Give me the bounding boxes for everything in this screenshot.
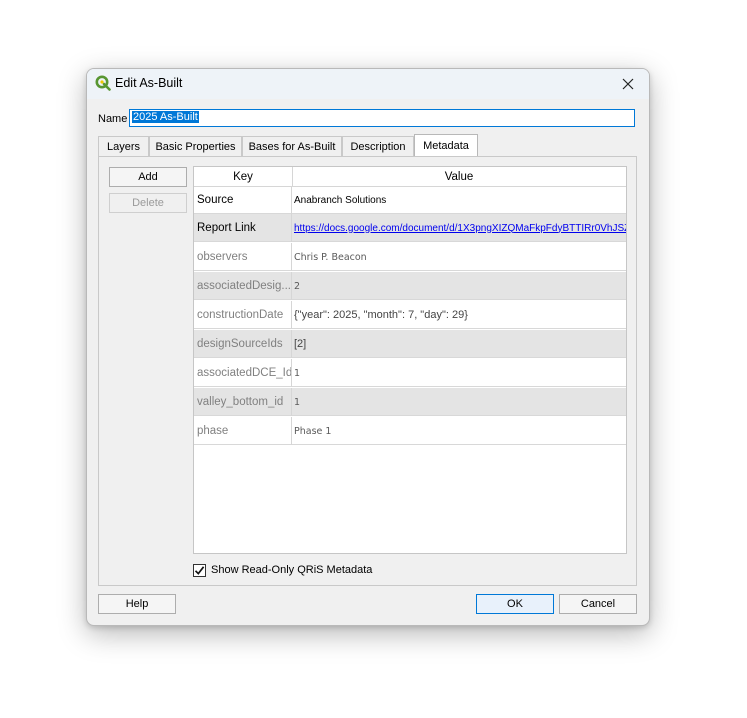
- tab-layers[interactable]: Layers: [98, 136, 149, 156]
- tab-metadata[interactable]: Metadata: [414, 134, 478, 156]
- key-cell: valley_bottom_id: [194, 388, 292, 416]
- metadata-table: Key Value Source Anabranch Solutions Rep…: [193, 166, 627, 554]
- table-row[interactable]: designSourceIds [2]: [194, 330, 626, 358]
- report-link[interactable]: https://docs.google.com/document/d/1X3pn…: [294, 223, 626, 234]
- value-cell: [2]: [294, 338, 307, 350]
- key-cell: designSourceIds: [194, 330, 292, 358]
- table-header: Key Value: [194, 167, 626, 187]
- value-cell: 2: [294, 280, 301, 292]
- show-readonly-row: Show Read-Only QRiS Metadata: [193, 562, 372, 578]
- key-cell: phase: [194, 417, 292, 445]
- value-cell[interactable]: https://docs.google.com/document/d/1X3pn…: [292, 214, 626, 242]
- table-row[interactable]: Source Anabranch Solutions: [194, 186, 626, 214]
- key-cell[interactable]: Report Link: [194, 214, 292, 242]
- table-row[interactable]: associatedDesig... 2: [194, 272, 626, 300]
- value-cell: 1: [294, 367, 301, 379]
- cancel-button[interactable]: Cancel: [559, 594, 637, 614]
- name-label: Name: [98, 113, 128, 125]
- table-row[interactable]: Report Link https://docs.google.com/docu…: [194, 214, 626, 242]
- name-input-value: 2025 As-Built: [132, 111, 199, 123]
- checkmark-icon: [194, 565, 205, 575]
- key-cell: constructionDate: [194, 301, 292, 329]
- table-row[interactable]: constructionDate {"year": 2025, "month":…: [194, 301, 626, 329]
- column-header-value[interactable]: Value: [293, 167, 625, 186]
- ok-button[interactable]: OK: [476, 594, 554, 614]
- key-cell[interactable]: Source: [194, 186, 292, 214]
- key-cell: associatedDesig...: [194, 272, 292, 300]
- value-cell: Chris P. Beacon: [294, 251, 367, 263]
- value-cell: Phase 1: [294, 425, 332, 437]
- tab-bases-for-as-built[interactable]: Bases for As-Built: [242, 136, 342, 156]
- tab-description[interactable]: Description: [342, 136, 414, 156]
- dialog-title: Edit As-Built: [115, 76, 183, 90]
- tab-basic-properties[interactable]: Basic Properties: [149, 136, 242, 156]
- value-cell[interactable]: Anabranch Solutions: [292, 186, 626, 214]
- name-input[interactable]: 2025 As-Built: [129, 109, 635, 127]
- table-row[interactable]: phase Phase 1: [194, 417, 626, 445]
- add-button[interactable]: Add: [109, 167, 187, 187]
- delete-button[interactable]: Delete: [109, 193, 187, 213]
- column-header-key[interactable]: Key: [194, 167, 293, 186]
- title-bar: Edit As-Built: [87, 69, 649, 99]
- show-readonly-checkbox[interactable]: [193, 563, 206, 577]
- close-icon: [622, 78, 634, 90]
- help-button[interactable]: Help: [98, 594, 176, 614]
- qgis-logo-icon: [95, 75, 111, 91]
- key-cell: observers: [194, 243, 292, 271]
- table-row[interactable]: associatedDCE_Id 1: [194, 359, 626, 387]
- key-cell: associatedDCE_Id: [194, 359, 292, 387]
- table-row[interactable]: observers Chris P. Beacon: [194, 243, 626, 271]
- close-button[interactable]: [617, 73, 639, 95]
- show-readonly-label[interactable]: Show Read-Only QRiS Metadata: [211, 564, 372, 576]
- value-cell: {"year": 2025, "month": 7, "day": 29}: [294, 309, 468, 321]
- table-row[interactable]: valley_bottom_id 1: [194, 388, 626, 416]
- value-cell: 1: [294, 396, 301, 408]
- edit-as-built-dialog: Edit As-Built Name 2025 As-Built Layers …: [86, 68, 650, 626]
